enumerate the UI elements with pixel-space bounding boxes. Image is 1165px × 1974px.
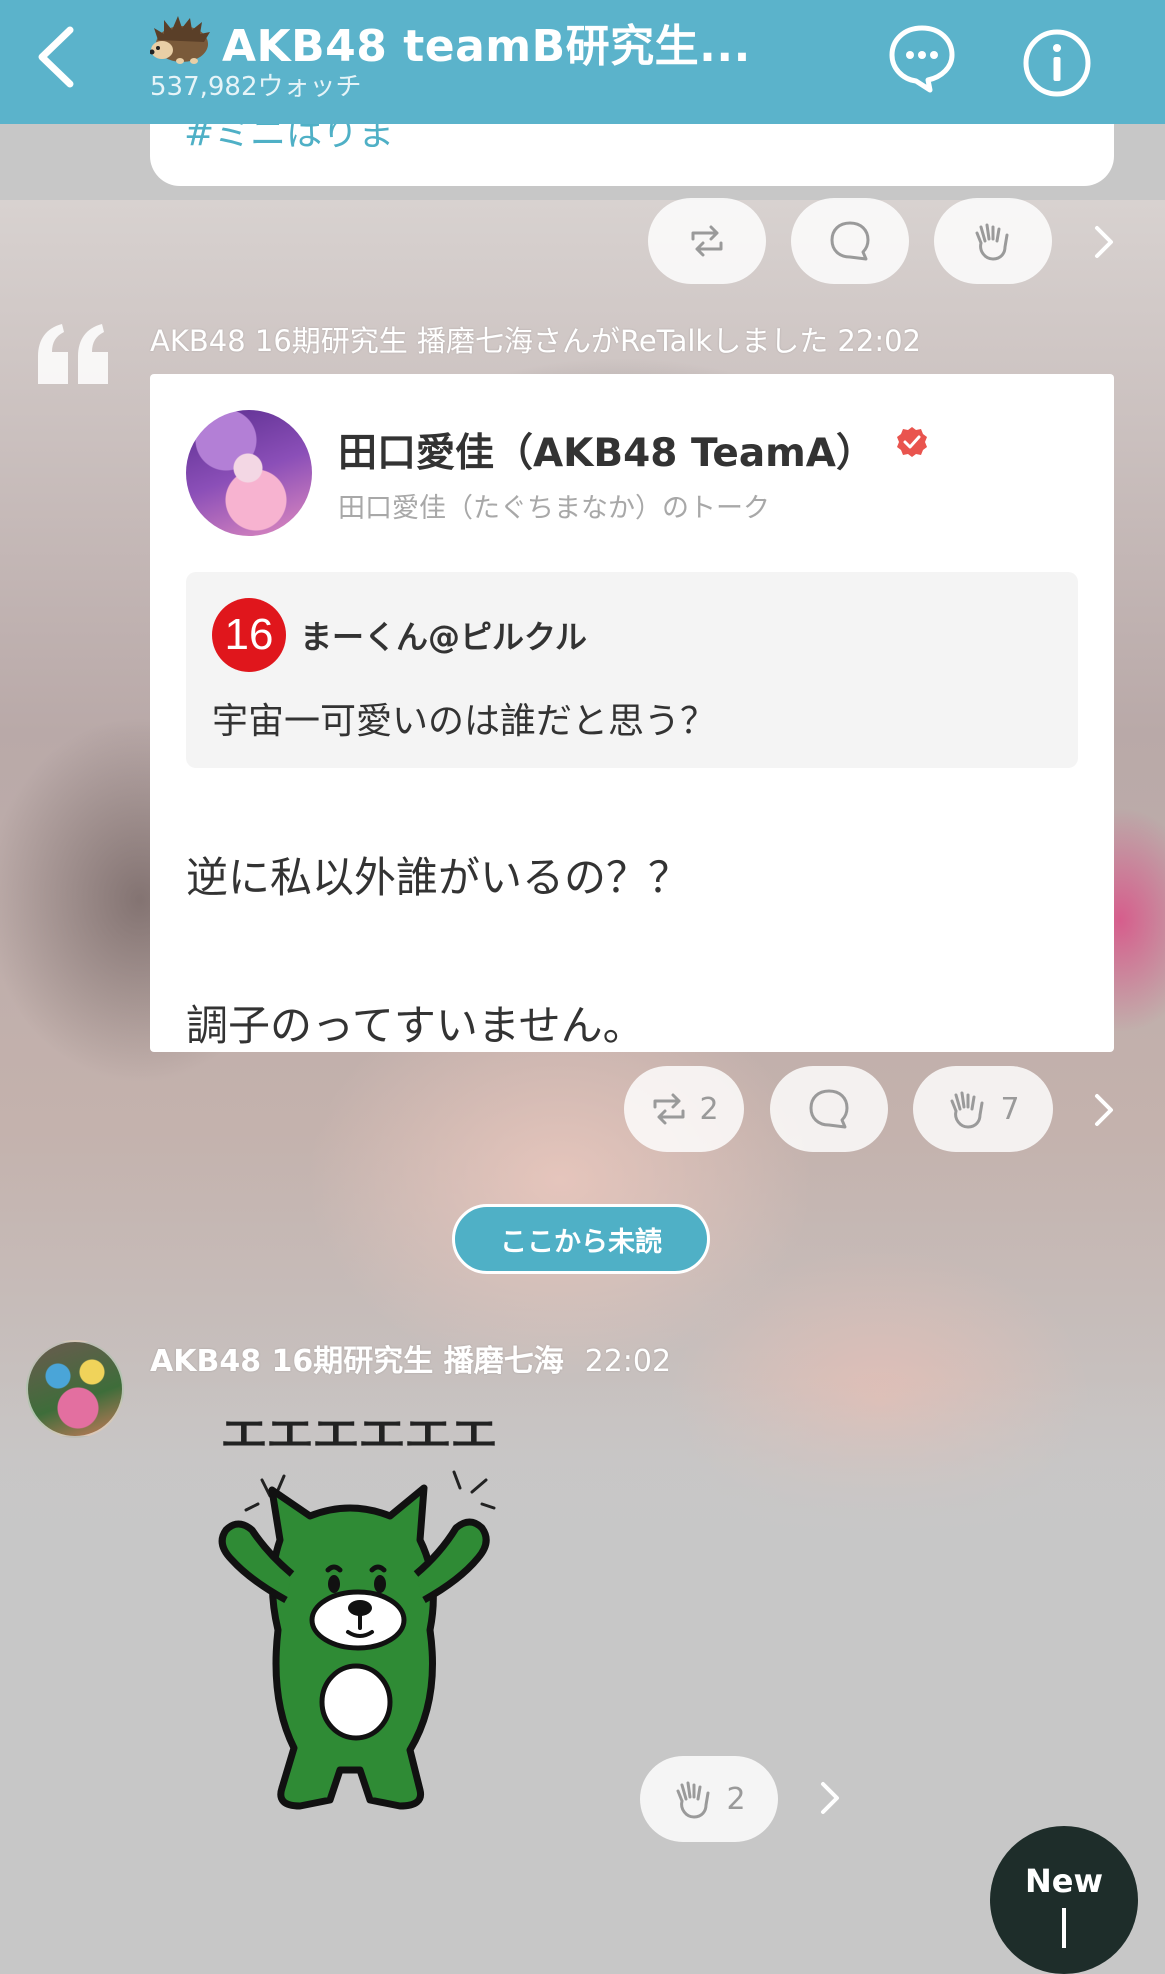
unread-marker-button[interactable]: ここから未読	[452, 1204, 710, 1274]
comment-button[interactable]	[791, 198, 909, 284]
retalk-button[interactable]	[648, 198, 766, 284]
clap-button[interactable]	[934, 198, 1052, 284]
arrow-down-icon	[1062, 1908, 1066, 1948]
reply-line-2: 調子のってすいません。	[186, 1001, 645, 1050]
clap-button[interactable]: 2	[640, 1756, 778, 1842]
new-messages-button[interactable]: New	[990, 1826, 1138, 1974]
retalk-card[interactable]: 田口愛佳（AKB48 TeamA） 田口愛佳（たぐちまなか）のトーク 16 まー…	[150, 374, 1114, 1052]
verified-check-icon	[897, 427, 927, 457]
clap-count: 2	[726, 1781, 746, 1817]
quote-icon	[38, 324, 108, 384]
info-button[interactable]	[1022, 28, 1092, 98]
retalk-button[interactable]: 2	[624, 1066, 744, 1152]
chat-button[interactable]	[886, 22, 958, 94]
retalk-meta: AKB48 16期研究生 播磨七海さんがReTalkしました 22:02	[150, 324, 922, 358]
chevron-right-icon[interactable]	[1088, 222, 1118, 262]
post-author: AKB48 16期研究生 播磨七海	[150, 1344, 564, 1379]
quoted-message: 16 まーくん@ピルクル 宇宙一可愛いのは誰だと思う？	[186, 572, 1078, 768]
watch-count: 537,982ウォッチ	[150, 72, 362, 102]
green-bear-sticker[interactable]	[210, 1470, 550, 1820]
post-time: 22:02	[584, 1344, 672, 1379]
clap-button[interactable]: 7	[913, 1066, 1053, 1152]
quoted-user-name: まーくん@ピルクル	[300, 618, 588, 656]
reply-line-1: 逆に私以外誰がいるの？？	[186, 853, 691, 902]
room-title: AKB48 teamB研究生...	[222, 21, 751, 72]
clap-icon	[676, 1781, 710, 1819]
background-fade	[0, 1380, 1165, 1540]
retalk-icon	[653, 1093, 685, 1125]
post-meta: AKB48 16期研究生 播磨七海 22:02	[150, 1336, 671, 1380]
hedgehog-icon	[149, 14, 210, 66]
info-icon	[1023, 29, 1091, 97]
chevron-right-icon[interactable]	[814, 1778, 844, 1818]
chat-bubble-icon	[889, 25, 955, 93]
poster-name[interactable]: 田口愛佳（AKB48 TeamA）	[338, 422, 875, 478]
comment-button[interactable]	[770, 1066, 888, 1152]
quoted-text: 宇宙一可愛いのは誰だと思う？	[212, 701, 717, 742]
clap-count: 7	[1000, 1091, 1020, 1127]
chevron-right-icon[interactable]	[1088, 1090, 1118, 1130]
header-bar: AKB48 teamB研究生... 537,982ウォッチ	[0, 0, 1165, 124]
comment-icon	[809, 1089, 849, 1129]
chevron-left-icon	[38, 26, 74, 88]
user-badge: 16	[212, 598, 286, 672]
back-button[interactable]	[30, 22, 90, 92]
talk-name[interactable]: 田口愛佳（たぐちまなか）のトーク	[338, 486, 770, 525]
reply-text: 逆に私以外誰がいるの？？ 調子のってすいません。	[186, 804, 1066, 1100]
clap-icon	[950, 1091, 984, 1129]
new-label: New	[1024, 1862, 1104, 1900]
retalk-count: 2	[699, 1091, 719, 1127]
comment-icon	[830, 221, 870, 261]
clap-icon	[975, 223, 1009, 261]
retalk-icon	[691, 225, 723, 257]
author-avatar[interactable]	[26, 1340, 124, 1438]
sticker-caption: エエエエエエ	[220, 1413, 498, 1455]
poster-avatar[interactable]	[186, 410, 312, 536]
